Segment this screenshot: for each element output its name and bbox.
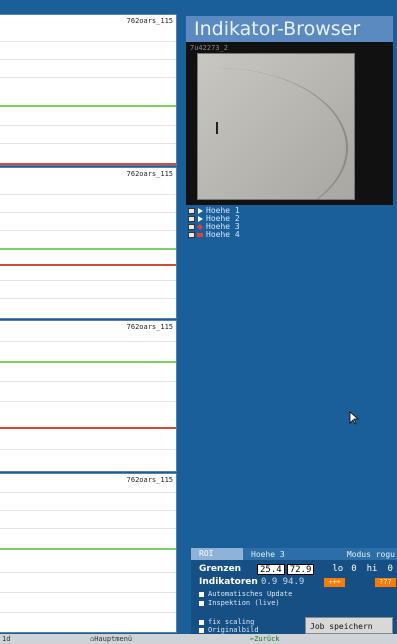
- gridline: [0, 612, 176, 613]
- gridline: [0, 41, 176, 42]
- auto-update-checkbox[interactable]: Automatisches Update: [199, 590, 292, 598]
- arrow-icon: [198, 208, 203, 214]
- gridline: [0, 492, 176, 493]
- status-bar: 1d ⌂Hauptmenü ⇐Zurück: [0, 634, 397, 644]
- main-menu-link[interactable]: ⌂Hauptmenü: [90, 635, 250, 643]
- gridline: [0, 401, 176, 402]
- minus-button[interactable]: ???: [375, 577, 396, 587]
- checkbox-box[interactable]: [199, 619, 204, 625]
- checkbox-box[interactable]: [199, 600, 204, 606]
- gridline: [0, 77, 176, 78]
- fix-scaling-label: fix scaling: [208, 618, 255, 626]
- main-menu-label: Hauptmenü: [94, 635, 133, 643]
- status-left: 1d: [2, 635, 11, 643]
- red-limit-line: [0, 427, 176, 429]
- mouse-cursor-icon: [349, 411, 359, 425]
- indicator-item-hoehe-4[interactable]: Hoehe 4: [188, 231, 240, 239]
- gridline: [0, 510, 176, 511]
- gridline: [0, 212, 176, 213]
- panel-label: 762oars_115: [126, 17, 173, 25]
- browser-title: Indikator-Browser: [186, 16, 393, 42]
- grenzen-label: Grenzen: [199, 564, 242, 574]
- gridline: [0, 125, 176, 126]
- preview-id: 7u42273_2: [190, 44, 228, 52]
- gridline: [0, 449, 176, 450]
- indikatoren-values: 0.9 94.9: [261, 577, 305, 587]
- grenzen-min-field[interactable]: 25.4: [257, 563, 285, 575]
- indikatoren-label: Indikatoren: [199, 577, 258, 587]
- gridline: [0, 592, 176, 593]
- panel-label: 762oars_115: [126, 476, 173, 484]
- red-limit-line: [0, 163, 176, 165]
- grenzen-row: Grenzen 25.4 72.9 lo 0 hi 0: [199, 563, 393, 575]
- roi-header: ROI Hoehe 3 Modus rogu: [191, 548, 397, 560]
- gridline: [0, 381, 176, 382]
- gridline: [0, 59, 176, 60]
- gridline: [0, 194, 176, 195]
- checkbox[interactable]: [188, 232, 195, 238]
- auto-update-label: Automatisches Update: [208, 590, 293, 598]
- gridline: [0, 280, 176, 281]
- red-limit-line: [0, 264, 176, 266]
- gridline: [0, 230, 176, 231]
- roi-hoehe-select[interactable]: Hoehe 3: [251, 550, 331, 559]
- gridline: [0, 143, 176, 144]
- checkbox-box[interactable]: [199, 627, 204, 633]
- chart-panel-3: 762oars_115: [0, 320, 177, 472]
- chart-panel-1: 762oars_115: [0, 14, 177, 166]
- gridline: [0, 572, 176, 573]
- checkbox[interactable]: [188, 216, 195, 222]
- panel-label: 762oars_115: [126, 323, 173, 331]
- checkbox-box[interactable]: [199, 591, 204, 597]
- gridline: [0, 341, 176, 342]
- green-limit-line: [0, 248, 176, 250]
- grenzen-max-field[interactable]: 72.9: [286, 563, 315, 575]
- back-link[interactable]: ⇐Zurück: [250, 635, 280, 643]
- inspektion-label: Inspektion (live): [208, 599, 280, 607]
- inspektion-checkbox[interactable]: Inspektion (live): [199, 599, 280, 607]
- fix-scaling-checkbox[interactable]: fix scaling: [199, 618, 254, 626]
- hi-value: 0: [387, 564, 393, 574]
- part-edge-arc: [198, 68, 348, 199]
- part-photo: [197, 53, 355, 200]
- originalbild-label: Originalbild: [208, 626, 259, 634]
- originalbild-checkbox[interactable]: Originalbild: [199, 626, 259, 634]
- indicator-label: Hoehe 4: [206, 230, 240, 239]
- arrow-icon: [198, 216, 203, 222]
- roi-tab[interactable]: ROI: [191, 548, 243, 560]
- lo-value: 0: [351, 564, 357, 574]
- indicator-mark: [216, 122, 218, 134]
- chart-panel-2: 762oars_115: [0, 167, 177, 319]
- checkbox[interactable]: [188, 224, 195, 230]
- indicator-list: Hoehe 1 Hoehe 2 Hoehe 3 Hoehe 4: [188, 207, 240, 239]
- indikatoren-row: Indikatoren 0.9 94.9 +++ ???: [199, 576, 396, 588]
- preview-image: 7u42273_2: [186, 42, 393, 205]
- green-limit-line: [0, 361, 176, 363]
- panel-label: 762oars_115: [126, 170, 173, 178]
- back-label: Zurück: [254, 635, 280, 643]
- hi-label: hi: [366, 564, 378, 574]
- gridline: [0, 528, 176, 529]
- roi-mode[interactable]: Modus rogu: [347, 550, 397, 559]
- green-limit-line: [0, 105, 176, 107]
- lo-label: lo: [332, 564, 344, 574]
- gridline: [0, 298, 176, 299]
- plus-button[interactable]: +++: [324, 577, 346, 587]
- red-square-icon: [197, 233, 203, 237]
- job-speichern-button[interactable]: Job speichern: [305, 617, 393, 634]
- checkbox[interactable]: [188, 208, 195, 214]
- top-strip: [0, 0, 397, 12]
- green-limit-line: [0, 548, 176, 550]
- chart-panel-4: 762oars_115: [0, 473, 177, 633]
- diamond-icon: [197, 224, 203, 230]
